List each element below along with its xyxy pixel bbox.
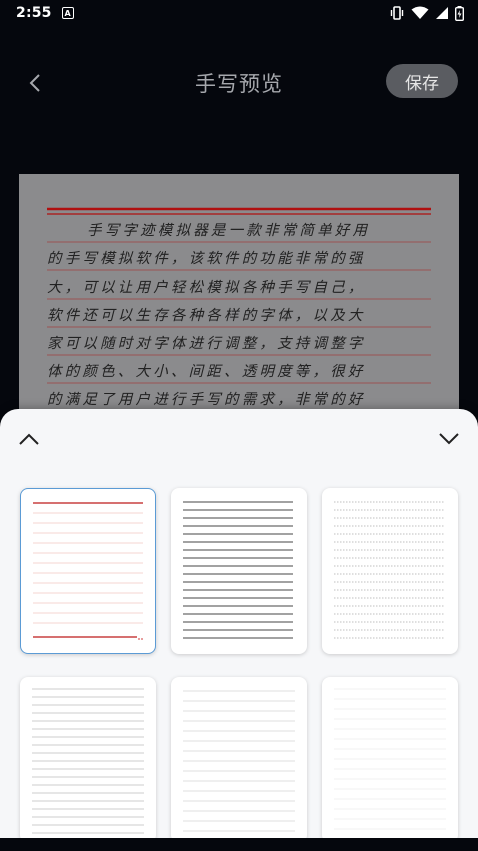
template-card-plain[interactable] bbox=[322, 677, 458, 843]
plain-paper-thumbnail bbox=[334, 688, 446, 830]
handwriting-line: 的满足了用户进行手写的需求，非常的好 bbox=[47, 392, 366, 408]
app-notification-icon: A bbox=[61, 7, 74, 19]
collapse-button[interactable] bbox=[434, 424, 464, 454]
handwriting-line: 软件还可以生存各种各样的字体，以及大 bbox=[47, 308, 366, 324]
vibrate-icon bbox=[390, 6, 404, 20]
chevron-down-icon bbox=[439, 433, 459, 445]
status-bar: 2:55 A bbox=[0, 0, 478, 26]
dark-lined-paper-thumbnail bbox=[183, 501, 293, 639]
handwriting-preview: 手写字迹模拟器是一款非常简单好用 的手写模拟软件，该软件的功能非常的强 大，可以… bbox=[19, 174, 459, 434]
chevron-up-icon bbox=[19, 433, 39, 445]
red-lined-paper-thumbnail bbox=[33, 502, 143, 640]
dotted-lined-paper-thumbnail bbox=[334, 501, 444, 639]
template-card-light-lined[interactable] bbox=[20, 677, 156, 843]
battery-icon bbox=[455, 5, 464, 21]
signal-icon bbox=[436, 7, 448, 19]
navigation-bar bbox=[0, 838, 478, 851]
save-button[interactable]: 保存 bbox=[386, 64, 458, 98]
expand-button[interactable] bbox=[14, 424, 44, 454]
template-card-dotted-lined[interactable] bbox=[322, 488, 458, 654]
handwriting-line: 体的颜色、大小、间距、透明度等，很好 bbox=[47, 364, 366, 380]
top-bar: 手写预览 保存 bbox=[0, 56, 478, 108]
template-card-red-lined[interactable] bbox=[20, 488, 156, 654]
handwriting-line: 手写字迹模拟器是一款非常简单好用 bbox=[87, 223, 371, 239]
template-card-dark-lined[interactable] bbox=[171, 488, 307, 654]
wifi-icon bbox=[411, 6, 429, 19]
light-lined-paper-thumbnail bbox=[32, 688, 144, 834]
template-card-faint-lined[interactable] bbox=[171, 677, 307, 843]
status-time: 2:55 bbox=[16, 5, 52, 21]
faint-lined-paper-thumbnail bbox=[183, 690, 295, 832]
paper-template-sheet bbox=[0, 409, 478, 851]
handwriting-line: 大，可以让用户轻松模拟各种手写自己， bbox=[47, 280, 366, 296]
handwriting-line: 家可以随时对字体进行调整，支持调整字 bbox=[47, 336, 366, 352]
handwriting-line: 的手写模拟软件，该软件的功能非常的强 bbox=[47, 251, 366, 267]
